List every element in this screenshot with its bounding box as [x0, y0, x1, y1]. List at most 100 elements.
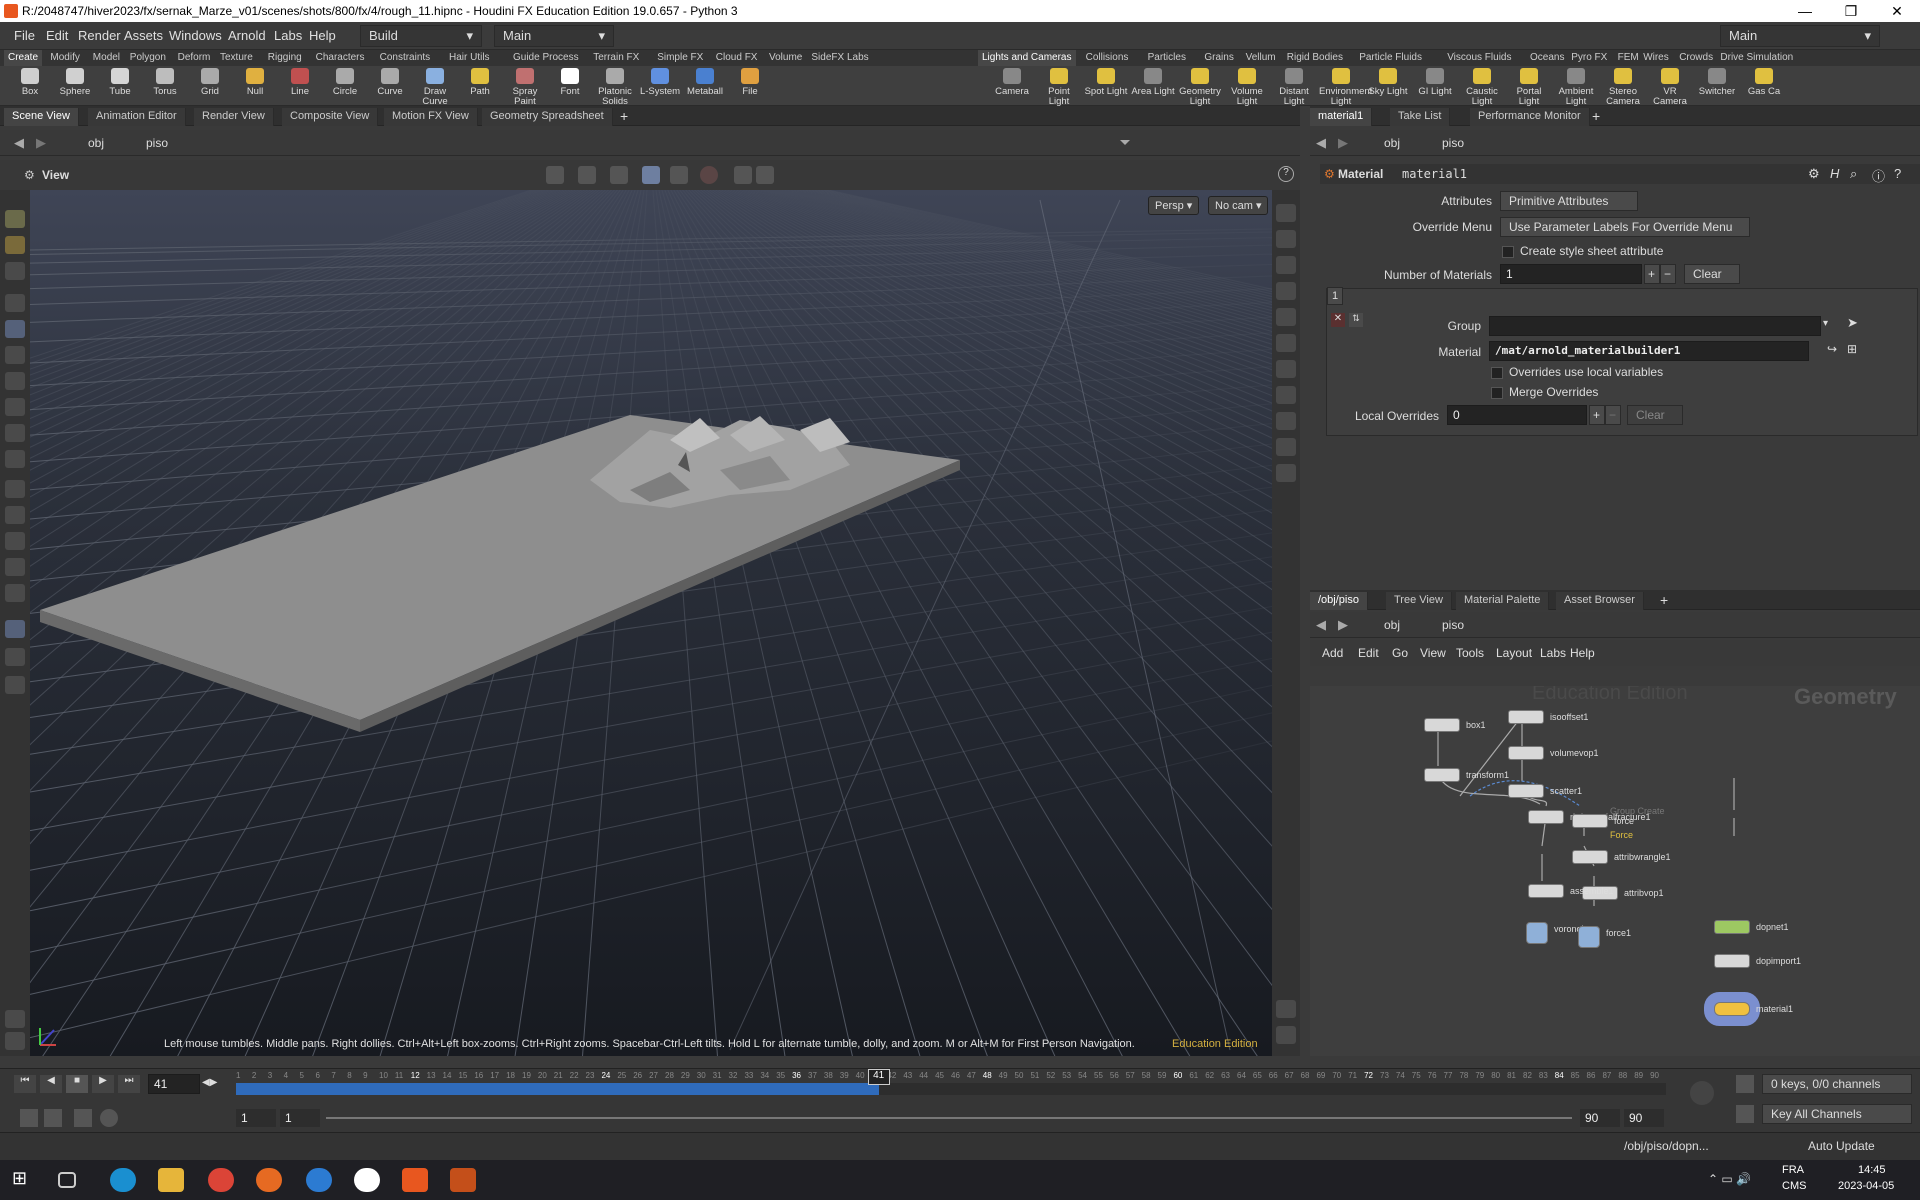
snap-grid-icon[interactable]: [5, 480, 25, 498]
shelf-tab-create[interactable]: Create: [4, 50, 43, 66]
back-arrow-icon[interactable]: ◀: [1316, 617, 1326, 633]
back-arrow-icon[interactable]: ◀: [1316, 135, 1326, 151]
shelf-tool-environment-light[interactable]: Environment Light: [1319, 68, 1372, 107]
shelf-tool-area-light[interactable]: Area Light: [1131, 68, 1175, 97]
help-icon[interactable]: ?: [1894, 166, 1901, 181]
menu-help[interactable]: Help: [1570, 646, 1595, 660]
shelf-tab-lights-and-cameras[interactable]: Lights and Cameras: [978, 50, 1076, 66]
shelf-tab-characters[interactable]: Characters: [312, 50, 369, 66]
shelf-tab-drive-simulation[interactable]: Drive Simulation: [1716, 50, 1797, 66]
display-options-icon[interactable]: [642, 166, 660, 184]
menu-view[interactable]: View: [1420, 646, 1446, 660]
material-path-field[interactable]: /mat/arnold_materialbuilder1: [1489, 341, 1809, 361]
shelf-tab-terrain-fx[interactable]: Terrain FX: [589, 50, 643, 66]
minus-icon[interactable]: −: [1605, 405, 1621, 425]
display-icon[interactable]: [1276, 204, 1296, 222]
visibility-icon[interactable]: [5, 648, 25, 666]
brush-tool-icon[interactable]: [5, 210, 25, 228]
loop-icon[interactable]: [74, 1109, 92, 1127]
path-piso[interactable]: piso: [1442, 618, 1464, 632]
view-menu-icon[interactable]: ⚙: [24, 168, 35, 182]
language-cms[interactable]: CMS: [1782, 1180, 1806, 1192]
add-tab-icon[interactable]: +: [620, 108, 628, 124]
menu-render[interactable]: Render: [78, 28, 121, 43]
shelf-tab-model[interactable]: Model: [89, 50, 124, 66]
shelf-tool-switcher[interactable]: Switcher: [1695, 68, 1739, 97]
shelf-tab-collisions[interactable]: Collisions: [1082, 50, 1133, 66]
path-obj[interactable]: obj: [1384, 618, 1400, 632]
node-rbdmaterialfracture1[interactable]: [1528, 810, 1564, 824]
status-path[interactable]: /obj/piso/dopn...: [1624, 1139, 1709, 1153]
tab-asset-browser[interactable]: Asset Browser: [1556, 592, 1644, 610]
shelf-tab-cloud-fx[interactable]: Cloud FX: [712, 50, 762, 66]
range-end-field[interactable]: 90: [1580, 1109, 1620, 1127]
tab-composite-view[interactable]: Composite View: [282, 108, 379, 126]
settings-icon[interactable]: [100, 1109, 118, 1127]
shelf-tool-circle[interactable]: Circle: [323, 68, 367, 97]
magnet-icon[interactable]: [5, 584, 25, 602]
info-icon[interactable]: ⓘ: [1872, 166, 1885, 185]
settings-icon[interactable]: ⚙: [1808, 166, 1820, 182]
minus-icon[interactable]: −: [1660, 264, 1676, 284]
tab-render-view[interactable]: Render View: [194, 108, 274, 126]
shelf-tab-particles[interactable]: Particles: [1144, 50, 1190, 66]
node-dopimport1[interactable]: [1714, 954, 1750, 968]
shelf-tool-draw-curve[interactable]: Draw Curve: [413, 68, 457, 107]
layout-icon[interactable]: [1276, 1026, 1296, 1044]
snap-icon[interactable]: [610, 166, 628, 184]
edge-icon[interactable]: [110, 1168, 136, 1192]
lock-camera-icon[interactable]: [1276, 256, 1296, 274]
play-icon[interactable]: ▶: [92, 1075, 114, 1093]
houdini-2-icon[interactable]: [450, 1168, 476, 1192]
tab-take-list[interactable]: Take List: [1390, 108, 1451, 126]
shelf-tool-font[interactable]: Font: [548, 68, 592, 97]
current-frame-marker[interactable]: 41: [867, 1069, 890, 1085]
shelf-tool-distant-light[interactable]: Distant Light: [1272, 68, 1316, 107]
firefox-icon[interactable]: [256, 1168, 282, 1192]
shelf-tool-caustic-light[interactable]: Caustic Light: [1460, 68, 1504, 107]
group-field[interactable]: [1489, 316, 1821, 336]
current-frame-field[interactable]: 41: [148, 1074, 200, 1094]
clear-overrides-button[interactable]: Clear: [1627, 405, 1683, 425]
shelf-tab-volume[interactable]: Volume: [765, 50, 806, 66]
render-icon[interactable]: [5, 1032, 25, 1050]
auto-update-select[interactable]: Auto Update: [1808, 1139, 1875, 1153]
handle-icon[interactable]: [578, 166, 596, 184]
shelf-tool-curve[interactable]: Curve: [368, 68, 412, 97]
shelf-tab-pyro-fx[interactable]: Pyro FX: [1567, 50, 1611, 66]
node-box1[interactable]: [1424, 718, 1460, 732]
forward-arrow-icon[interactable]: ▶: [1338, 617, 1348, 633]
shading-icon[interactable]: [670, 166, 688, 184]
shelf-tool-null[interactable]: Null: [233, 68, 277, 97]
temperature-icon[interactable]: [1276, 386, 1296, 404]
menu-layout[interactable]: Layout: [1496, 646, 1532, 660]
shelf-tool-line[interactable]: Line: [278, 68, 322, 97]
plus-icon[interactable]: +: [1644, 264, 1660, 284]
camera-link-icon[interactable]: [5, 620, 25, 638]
shelf-tool-box[interactable]: Box: [8, 68, 52, 97]
tab-scene-view[interactable]: Scene View: [4, 108, 79, 126]
num-materials-field[interactable]: 1: [1500, 264, 1642, 284]
node-volumevop1[interactable]: [1508, 746, 1544, 760]
path-dropdown-icon[interactable]: [1120, 140, 1130, 150]
stop-icon[interactable]: ■: [66, 1075, 88, 1093]
normal-display-icon[interactable]: [1276, 334, 1296, 352]
info-icon[interactable]: [1276, 1000, 1296, 1018]
record-icon[interactable]: [700, 166, 718, 184]
shelf-tab-modify[interactable]: Modify: [46, 50, 83, 66]
node-dopnet1[interactable]: [1714, 920, 1750, 934]
node-material1[interactable]: [1714, 1002, 1750, 1016]
jump-icon[interactable]: ↪: [1827, 342, 1837, 356]
local-overrides-field[interactable]: 0: [1447, 405, 1587, 425]
paint-tool-icon[interactable]: [5, 262, 25, 280]
shelf-tab-sidefx-labs[interactable]: SideFX Labs: [807, 50, 872, 66]
range-end-field-2[interactable]: 90: [1624, 1109, 1664, 1127]
operator-chooser-icon[interactable]: ⊞: [1847, 342, 1857, 356]
tab-performance-monitor[interactable]: Performance Monitor: [1470, 108, 1590, 126]
view-tool-icon[interactable]: [5, 450, 25, 468]
node-attribwrangle1[interactable]: [1572, 850, 1608, 864]
shelf-tool-platonic-solids[interactable]: Platonic Solids: [593, 68, 637, 107]
tray-icons[interactable]: ⌃ ▭ 🔊: [1708, 1172, 1751, 1186]
shelf-tab-guide-process[interactable]: Guide Process: [509, 50, 583, 66]
lights-icon[interactable]: [5, 676, 25, 694]
